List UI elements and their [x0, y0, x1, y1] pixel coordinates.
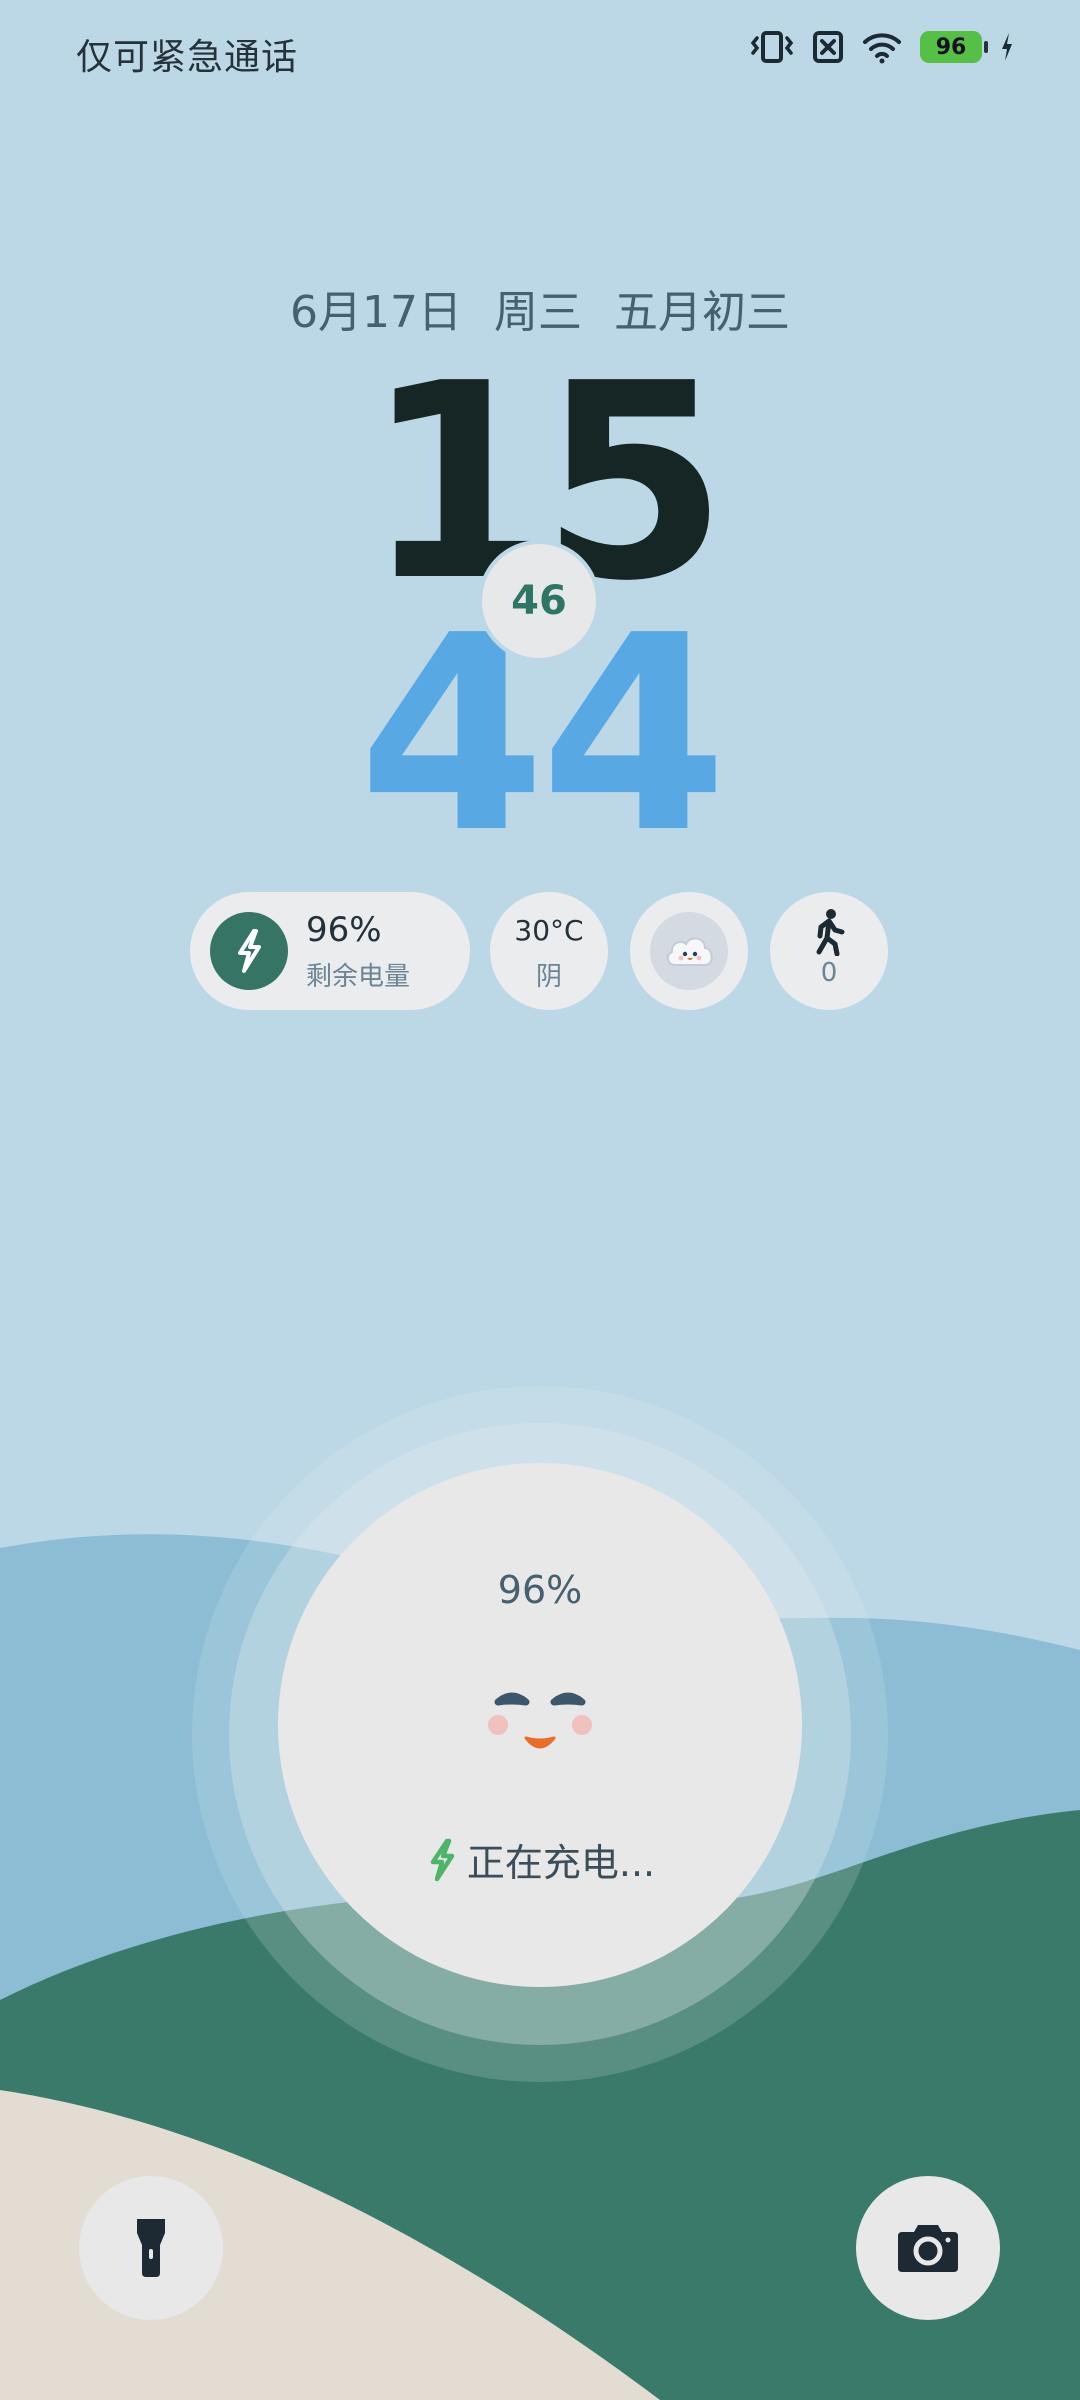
charging-status-text: 正在充电...: [466, 1841, 656, 1885]
steps-widget[interactable]: 0: [770, 892, 888, 1010]
charging-bolt-icon: [430, 1838, 455, 1881]
status-icons: 96: [750, 30, 1014, 64]
battery-label: 剩余电量: [306, 962, 411, 992]
battery-level: 96: [935, 34, 967, 60]
charging-bolt-icon: [210, 912, 288, 990]
charging-percent: 96%: [497, 1568, 583, 1612]
camera-button[interactable]: [856, 2176, 1000, 2320]
carrier-status-text: 仅可紧急通话: [76, 37, 299, 78]
cloud-face-icon: [650, 912, 728, 990]
flashlight-icon: [137, 2219, 165, 2277]
step-count: 0: [820, 958, 838, 988]
wifi-icon: [863, 33, 901, 64]
charging-bolt-icon: [1002, 33, 1012, 61]
weather-icon-widget[interactable]: [630, 892, 748, 1010]
no-sim-icon: [813, 31, 843, 63]
weather-condition: 阴: [535, 962, 562, 992]
walking-person-icon: [816, 909, 845, 956]
battery-percent: 96%: [306, 910, 382, 950]
clock-second: 46: [482, 544, 596, 658]
temperature: 30°C: [514, 914, 584, 947]
battery-widget[interactable]: 96% 剩余电量: [190, 892, 470, 1010]
weather-widget[interactable]: 30°C 阴: [490, 892, 608, 1010]
battery-icon: 96: [920, 31, 988, 63]
smiley-face-icon: [488, 1692, 592, 1749]
charging-status: 正在充电...: [278, 1832, 802, 1887]
camera-icon: [898, 2225, 958, 2272]
flashlight-button[interactable]: [79, 2176, 223, 2320]
vibrate-icon: [750, 31, 794, 63]
